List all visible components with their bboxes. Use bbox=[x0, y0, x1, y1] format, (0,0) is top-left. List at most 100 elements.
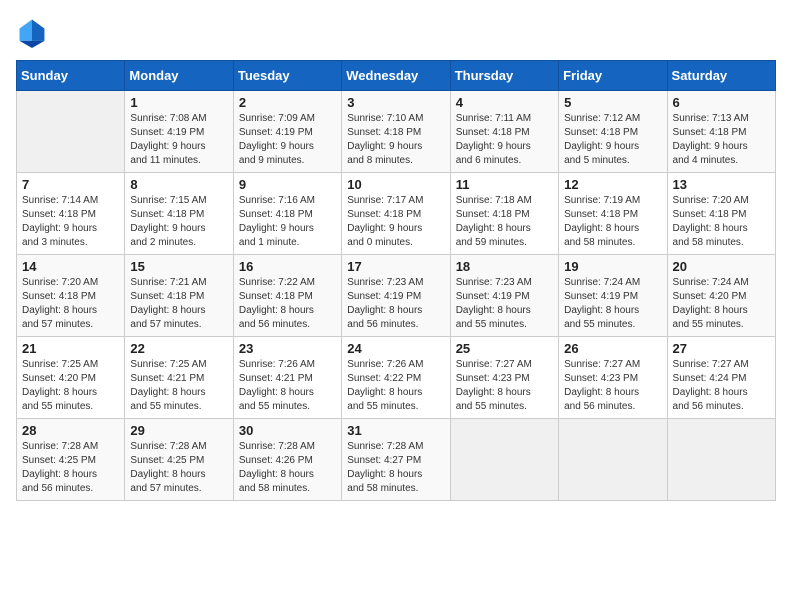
calendar-table: SundayMondayTuesdayWednesdayThursdayFrid… bbox=[16, 60, 776, 501]
calendar-cell: 12Sunrise: 7:19 AM Sunset: 4:18 PM Dayli… bbox=[559, 173, 667, 255]
calendar-cell: 19 Sunrise: 7:24 AM Sunset: 4:19 PM Dayli… bbox=[559, 255, 667, 337]
day-info: Sunrise: 7:20 AM Sunset: 4:18 PM Dayligh… bbox=[673, 194, 770, 250]
calendar-week-row: 28 Sunrise: 7:28 AM Sunset: 4:25 PM Dayli… bbox=[17, 419, 776, 501]
day-number: 28 bbox=[22, 423, 119, 438]
day-info: Sunrise: 7:11 AM Sunset: 4:18 PM Dayligh… bbox=[456, 112, 553, 168]
calendar-cell: 7 Sunrise: 7:14 AM Sunset: 4:18 PM Daylig… bbox=[17, 173, 125, 255]
calendar-cell: 25 Sunrise: 7:27 AM Sunset: 4:23 PM Dayli… bbox=[450, 337, 558, 419]
calendar-cell: 1Sunrise: 7:08 AM Sunset: 4:19 PM Daylig… bbox=[125, 91, 233, 173]
day-number: 7 bbox=[22, 177, 119, 192]
weekday-header: Monday bbox=[125, 61, 233, 91]
day-number: 23 bbox=[239, 341, 336, 356]
calendar-cell: 17 Sunrise: 7:23 AM Sunset: 4:19 PM Dayli… bbox=[342, 255, 450, 337]
logo-icon bbox=[16, 16, 48, 48]
day-info: Sunrise: 7:09 AM Sunset: 4:19 PM Dayligh… bbox=[239, 112, 336, 168]
day-info: Sunrise: 7:28 AM Sunset: 4:25 PM Dayligh… bbox=[22, 440, 119, 496]
day-number: 11 bbox=[456, 177, 553, 192]
day-info: Sunrise: 7:15 AM Sunset: 4:18 PM Dayligh… bbox=[130, 194, 227, 250]
weekday-header: Tuesday bbox=[233, 61, 341, 91]
day-number: 21 bbox=[22, 341, 119, 356]
calendar-week-row: 1Sunrise: 7:08 AM Sunset: 4:19 PM Daylig… bbox=[17, 91, 776, 173]
calendar-cell: 5 Sunrise: 7:12 AM Sunset: 4:18 PM Daylig… bbox=[559, 91, 667, 173]
day-info: Sunrise: 7:27 AM Sunset: 4:23 PM Dayligh… bbox=[456, 358, 553, 414]
calendar-cell: 29 Sunrise: 7:28 AM Sunset: 4:25 PM Dayli… bbox=[125, 419, 233, 501]
day-number: 22 bbox=[130, 341, 227, 356]
day-info: Sunrise: 7:28 AM Sunset: 4:27 PM Dayligh… bbox=[347, 440, 444, 496]
day-info: Sunrise: 7:25 AM Sunset: 4:20 PM Dayligh… bbox=[22, 358, 119, 414]
day-info: Sunrise: 7:21 AM Sunset: 4:18 PM Dayligh… bbox=[130, 276, 227, 332]
calendar-cell: 20 Sunrise: 7:24 AM Sunset: 4:20 PM Dayli… bbox=[667, 255, 775, 337]
day-number: 8 bbox=[130, 177, 227, 192]
day-info: Sunrise: 7:28 AM Sunset: 4:26 PM Dayligh… bbox=[239, 440, 336, 496]
day-info: Sunrise: 7:20 AM Sunset: 4:18 PM Dayligh… bbox=[22, 276, 119, 332]
calendar-week-row: 7 Sunrise: 7:14 AM Sunset: 4:18 PM Daylig… bbox=[17, 173, 776, 255]
day-info: Sunrise: 7:24 AM Sunset: 4:19 PM Dayligh… bbox=[564, 276, 661, 332]
calendar-cell: 18 Sunrise: 7:23 AM Sunset: 4:19 PM Dayli… bbox=[450, 255, 558, 337]
day-info: Sunrise: 7:24 AM Sunset: 4:20 PM Dayligh… bbox=[673, 276, 770, 332]
calendar-cell: 26Sunrise: 7:27 AM Sunset: 4:23 PM Dayli… bbox=[559, 337, 667, 419]
day-info: Sunrise: 7:16 AM Sunset: 4:18 PM Dayligh… bbox=[239, 194, 336, 250]
day-number: 6 bbox=[673, 95, 770, 110]
calendar-cell bbox=[17, 91, 125, 173]
calendar-cell: 11 Sunrise: 7:18 AM Sunset: 4:18 PM Dayli… bbox=[450, 173, 558, 255]
day-info: Sunrise: 7:22 AM Sunset: 4:18 PM Dayligh… bbox=[239, 276, 336, 332]
day-number: 4 bbox=[456, 95, 553, 110]
calendar-cell: 28 Sunrise: 7:28 AM Sunset: 4:25 PM Dayli… bbox=[17, 419, 125, 501]
day-number: 20 bbox=[673, 259, 770, 274]
calendar-cell: 13Sunrise: 7:20 AM Sunset: 4:18 PM Dayli… bbox=[667, 173, 775, 255]
day-info: Sunrise: 7:17 AM Sunset: 4:18 PM Dayligh… bbox=[347, 194, 444, 250]
calendar-cell: 14 Sunrise: 7:20 AM Sunset: 4:18 PM Dayli… bbox=[17, 255, 125, 337]
weekday-header: Wednesday bbox=[342, 61, 450, 91]
calendar-cell bbox=[450, 419, 558, 501]
day-number: 15 bbox=[130, 259, 227, 274]
day-number: 14 bbox=[22, 259, 119, 274]
calendar-cell: 9Sunrise: 7:16 AM Sunset: 4:18 PM Daylig… bbox=[233, 173, 341, 255]
calendar-cell: 3 Sunrise: 7:10 AM Sunset: 4:18 PM Daylig… bbox=[342, 91, 450, 173]
day-info: Sunrise: 7:19 AM Sunset: 4:18 PM Dayligh… bbox=[564, 194, 661, 250]
calendar-cell: 27 Sunrise: 7:27 AM Sunset: 4:24 PM Dayli… bbox=[667, 337, 775, 419]
day-number: 18 bbox=[456, 259, 553, 274]
day-number: 29 bbox=[130, 423, 227, 438]
day-info: Sunrise: 7:12 AM Sunset: 4:18 PM Dayligh… bbox=[564, 112, 661, 168]
calendar-cell: 8 Sunrise: 7:15 AM Sunset: 4:18 PM Daylig… bbox=[125, 173, 233, 255]
day-number: 1 bbox=[130, 95, 227, 110]
weekday-header: Sunday bbox=[17, 61, 125, 91]
calendar-cell: 23 Sunrise: 7:26 AM Sunset: 4:21 PM Dayli… bbox=[233, 337, 341, 419]
day-number: 27 bbox=[673, 341, 770, 356]
calendar-week-row: 21 Sunrise: 7:25 AM Sunset: 4:20 PM Dayli… bbox=[17, 337, 776, 419]
day-info: Sunrise: 7:26 AM Sunset: 4:22 PM Dayligh… bbox=[347, 358, 444, 414]
calendar-cell: 31 Sunrise: 7:28 AM Sunset: 4:27 PM Dayli… bbox=[342, 419, 450, 501]
calendar-body: 1Sunrise: 7:08 AM Sunset: 4:19 PM Daylig… bbox=[17, 91, 776, 501]
weekday-header: Saturday bbox=[667, 61, 775, 91]
day-info: Sunrise: 7:18 AM Sunset: 4:18 PM Dayligh… bbox=[456, 194, 553, 250]
page-header bbox=[16, 16, 776, 48]
day-info: Sunrise: 7:23 AM Sunset: 4:19 PM Dayligh… bbox=[456, 276, 553, 332]
day-number: 24 bbox=[347, 341, 444, 356]
day-number: 30 bbox=[239, 423, 336, 438]
day-info: Sunrise: 7:25 AM Sunset: 4:21 PM Dayligh… bbox=[130, 358, 227, 414]
calendar-cell: 30 Sunrise: 7:28 AM Sunset: 4:26 PM Dayli… bbox=[233, 419, 341, 501]
day-number: 19 bbox=[564, 259, 661, 274]
day-info: Sunrise: 7:28 AM Sunset: 4:25 PM Dayligh… bbox=[130, 440, 227, 496]
calendar-week-row: 14 Sunrise: 7:20 AM Sunset: 4:18 PM Dayli… bbox=[17, 255, 776, 337]
day-number: 10 bbox=[347, 177, 444, 192]
day-number: 25 bbox=[456, 341, 553, 356]
weekday-header: Thursday bbox=[450, 61, 558, 91]
day-info: Sunrise: 7:23 AM Sunset: 4:19 PM Dayligh… bbox=[347, 276, 444, 332]
day-number: 3 bbox=[347, 95, 444, 110]
day-info: Sunrise: 7:10 AM Sunset: 4:18 PM Dayligh… bbox=[347, 112, 444, 168]
calendar-cell: 15 Sunrise: 7:21 AM Sunset: 4:18 PM Dayli… bbox=[125, 255, 233, 337]
day-info: Sunrise: 7:13 AM Sunset: 4:18 PM Dayligh… bbox=[673, 112, 770, 168]
day-number: 31 bbox=[347, 423, 444, 438]
day-number: 17 bbox=[347, 259, 444, 274]
day-number: 16 bbox=[239, 259, 336, 274]
calendar-cell: 24 Sunrise: 7:26 AM Sunset: 4:22 PM Dayli… bbox=[342, 337, 450, 419]
calendar-cell: 16 Sunrise: 7:22 AM Sunset: 4:18 PM Dayli… bbox=[233, 255, 341, 337]
day-info: Sunrise: 7:27 AM Sunset: 4:24 PM Dayligh… bbox=[673, 358, 770, 414]
day-info: Sunrise: 7:14 AM Sunset: 4:18 PM Dayligh… bbox=[22, 194, 119, 250]
calendar-cell bbox=[667, 419, 775, 501]
logo bbox=[16, 16, 52, 48]
day-number: 5 bbox=[564, 95, 661, 110]
day-info: Sunrise: 7:26 AM Sunset: 4:21 PM Dayligh… bbox=[239, 358, 336, 414]
day-number: 2 bbox=[239, 95, 336, 110]
